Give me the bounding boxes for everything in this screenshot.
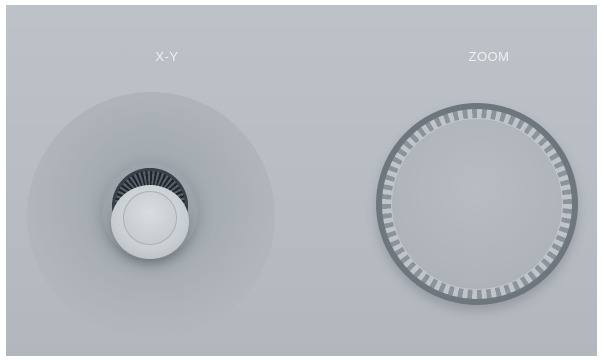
zoom-wheel-face[interactable] xyxy=(391,118,563,290)
control-panel: X-Y ZOOM xyxy=(6,5,597,356)
zoom-label: ZOOM xyxy=(468,49,510,64)
xy-joystick-cap[interactable] xyxy=(123,191,177,245)
xy-label: X-Y xyxy=(155,49,179,64)
